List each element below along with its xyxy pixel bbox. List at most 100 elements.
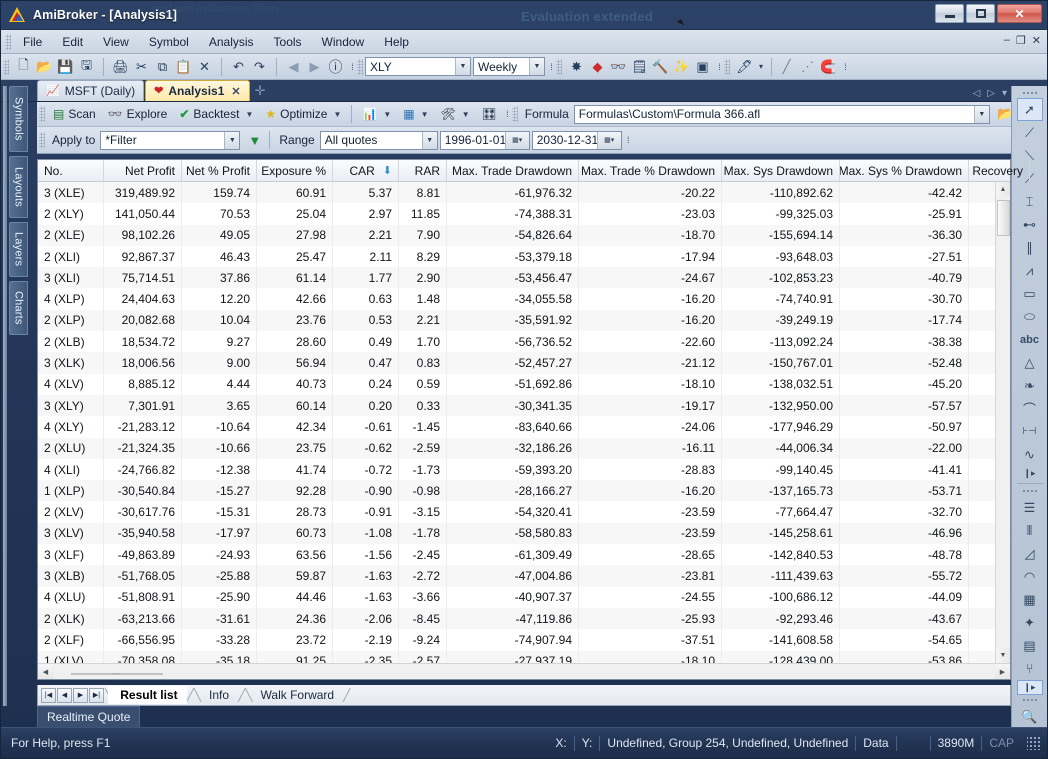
- tools-toolbar-grip-icon[interactable]: [556, 58, 562, 75]
- open-icon[interactable]: 📂: [34, 56, 55, 77]
- table-row[interactable]: 2 (XLB) 18,534.72 9.27 28.60 0.49 1.70 -56,736…: [38, 331, 1010, 353]
- mdi-restore-button[interactable]: ❐: [1016, 34, 1026, 47]
- minimize-button[interactable]: [935, 4, 964, 23]
- table-row[interactable]: 4 (XLP) 24,404.63 12.20 42.66 0.63 1.48 -34,05…: [38, 288, 1010, 310]
- vertical-segment-icon[interactable]: ⌶: [1017, 190, 1043, 213]
- apply-to-combo[interactable]: *Filter ▼: [100, 130, 241, 150]
- column-header-net-profit[interactable]: Net Profit: [104, 160, 182, 181]
- table-row[interactable]: 4 (XLV) 8,885.12 4.44 40.73 0.24 0.59 -51,692.…: [38, 373, 1010, 395]
- symbol-toolbar-overflow-icon[interactable]: ⁞: [547, 62, 556, 72]
- chevron-down-icon[interactable]: ▼: [421, 131, 437, 149]
- tools-hammer-icon[interactable]: 🔨: [650, 56, 671, 77]
- table-row[interactable]: 3 (XLY) 7,301.91 3.65 60.14 0.20 0.33 -30,341.…: [38, 394, 1010, 417]
- delete-icon[interactable]: ✕: [194, 56, 215, 77]
- next-record-button[interactable]: ▶: [73, 687, 88, 703]
- wizard-icon[interactable]: ✨: [671, 56, 692, 77]
- sidebar-item-layers[interactable]: Layers: [9, 222, 28, 277]
- chevron-down-icon[interactable]: ▼: [455, 58, 470, 75]
- table-row[interactable]: 3 (XLK) 18,006.56 9.00 56.94 0.47 0.83 -52,457…: [38, 352, 1010, 374]
- paste-icon[interactable]: 📋: [173, 56, 194, 77]
- chevron-down-icon[interactable]: ▼: [529, 58, 544, 75]
- tab-result-list[interactable]: Result list: [108, 686, 187, 704]
- date-to-input[interactable]: 2030-12-31 ▦▾: [531, 130, 622, 150]
- notes-icon[interactable]: 🗒: [629, 56, 650, 77]
- fibonacci-grid-icon[interactable]: ▦: [1017, 588, 1043, 611]
- scroll-left-button[interactable]: ◀: [38, 664, 53, 679]
- mdi-close-button[interactable]: ✕: [1032, 34, 1041, 47]
- vertical-scrollbar[interactable]: ▲ ▼: [995, 182, 1010, 663]
- column-header-recovery[interactable]: Recovery: [969, 160, 1030, 181]
- horizontal-scrollbar[interactable]: ◀ ⋯ ▶: [38, 663, 1010, 679]
- funnel-icon[interactable]: ▼: [244, 130, 265, 151]
- fibonacci-zones-icon[interactable]: ▤: [1017, 634, 1043, 657]
- menu-item-help[interactable]: Help: [374, 32, 419, 52]
- date-from-input[interactable]: 1996-01-01 ▦▾: [439, 130, 530, 150]
- tab-prev-icon[interactable]: ◁: [973, 88, 981, 99]
- fibonacci-fan-icon[interactable]: ◿: [1017, 542, 1043, 565]
- tab-walk-forward[interactable]: Walk Forward: [249, 686, 344, 704]
- sort-descending-icon[interactable]: ⬇: [383, 164, 392, 177]
- redo-icon[interactable]: ↷: [249, 56, 270, 77]
- fibonacci-arcs-icon[interactable]: ◠: [1017, 565, 1043, 588]
- toolbar-grip-icon[interactable]: [3, 58, 9, 75]
- table-row[interactable]: 2 (XLU) -21,324.35 -10.66 23.75 -0.62 -2.59 -3…: [38, 437, 1010, 459]
- copy-icon[interactable]: ⧉: [152, 56, 173, 77]
- menu-item-tools[interactable]: Tools: [264, 32, 312, 52]
- table-row[interactable]: 2 (XLP) 20,082.68 10.04 23.76 0.53 2.21 -35,59…: [38, 309, 1010, 332]
- tab-info[interactable]: Info: [197, 686, 238, 704]
- table-row[interactable]: 3 (XLF) -49,863.89 -24.93 63.56 -1.56 -2.45 -6…: [38, 544, 1010, 566]
- chevron-down-icon[interactable]: ▼: [245, 110, 253, 119]
- interval-combo[interactable]: Weekly ▼: [473, 57, 545, 76]
- back-icon[interactable]: ◀: [283, 56, 304, 77]
- menu-grip-icon[interactable]: [5, 33, 11, 50]
- horizontal-segment-icon[interactable]: ⊷: [1017, 213, 1043, 236]
- table-row[interactable]: 2 (XLK) -63,213.66 -31.61 24.36 -2.06 -8.45 -4…: [38, 607, 1010, 630]
- close-icon[interactable]: ✕: [231, 85, 240, 98]
- first-record-button[interactable]: |◀: [41, 687, 56, 703]
- select-arrow-icon[interactable]: ➚: [1016, 98, 1043, 121]
- analysis-icon[interactable]: ◆: [587, 56, 608, 77]
- arc-icon[interactable]: ⌒: [1017, 397, 1043, 420]
- vertical-lines-study-icon[interactable]: ⦀: [1017, 519, 1043, 542]
- table-row[interactable]: 4 (XLU) -51,808.91 -25.90 44.46 -1.63 -3.66 -4…: [38, 586, 1010, 608]
- add-tab-icon[interactable]: ✛: [255, 83, 266, 99]
- mdi-minimize-button[interactable]: –: [1004, 34, 1010, 47]
- print-icon[interactable]: 🖨: [110, 56, 131, 77]
- mdi-tab-msft-daily[interactable]: 📈 MSFT (Daily): [37, 80, 145, 101]
- prev-record-button[interactable]: ◀: [57, 687, 72, 703]
- menu-item-window[interactable]: Window: [312, 32, 375, 52]
- chevron-down-icon[interactable]: ▼: [383, 110, 391, 119]
- parallel-lines-icon[interactable]: ∥: [1017, 236, 1043, 259]
- chevron-down-icon[interactable]: ▼: [224, 131, 240, 149]
- line-tool-icon[interactable]: ╱: [776, 56, 797, 77]
- table-row[interactable]: 4 (XLI) -24,766.82 -12.38 41.74 -0.72 -1.73 -5…: [38, 458, 1010, 481]
- chevron-down-icon[interactable]: ▼: [973, 105, 989, 123]
- last-record-button[interactable]: ▶|: [89, 687, 104, 703]
- dashed-line-icon[interactable]: ⋰: [797, 56, 818, 77]
- column-header-rar[interactable]: RAR: [399, 160, 447, 181]
- analysis-toolbar-grip-icon[interactable]: [39, 106, 45, 122]
- trendline-icon[interactable]: ⟋: [1017, 121, 1043, 144]
- column-header-max-sys-drawdown[interactable]: Max. Sys Drawdown: [722, 160, 840, 181]
- filter-toolbar-grip-icon[interactable]: [39, 132, 45, 148]
- info-icon[interactable]: ⓘ: [325, 56, 346, 77]
- column-header-max-trade-drawdown[interactable]: Max. Trade Drawdown: [447, 160, 579, 181]
- save-icon[interactable]: 💾: [55, 56, 76, 77]
- table-row[interactable]: 1 (XLP) -30,540.84 -15.27 92.28 -0.90 -0.98 -2…: [38, 480, 1010, 502]
- vertical-scroll-thumb[interactable]: [996, 200, 1010, 236]
- tools-toolbar-overflow-icon[interactable]: ⁞: [715, 62, 724, 72]
- column-header-net-profit[interactable]: Net % Profit: [182, 160, 257, 181]
- new-icon[interactable]: 🗋: [13, 56, 34, 77]
- column-header-car[interactable]: CAR ⬇: [333, 160, 399, 181]
- drawing-tools-grip-icon[interactable]: [1021, 90, 1038, 96]
- zoom-group-grip-icon[interactable]: [1021, 697, 1038, 703]
- table-row[interactable]: 3 (XLV) -35,940.58 -17.97 60.73 -1.08 -1.78 -5…: [38, 522, 1010, 545]
- pen-icon[interactable]: 🖊: [734, 56, 755, 77]
- menu-item-view[interactable]: View: [93, 32, 139, 52]
- expand-studies-icon[interactable]: ❙▸: [1016, 680, 1043, 695]
- chevron-down-icon[interactable]: ▼: [421, 110, 429, 119]
- polyline-icon[interactable]: ∿: [1017, 443, 1043, 466]
- tab-menu-icon[interactable]: ▾: [1002, 88, 1007, 99]
- filter-toolbar-overflow-icon[interactable]: ⁞: [624, 135, 633, 145]
- table-row[interactable]: 3 (XLI) 75,714.51 37.86 61.14 1.77 2.90 -53,45…: [38, 267, 1010, 289]
